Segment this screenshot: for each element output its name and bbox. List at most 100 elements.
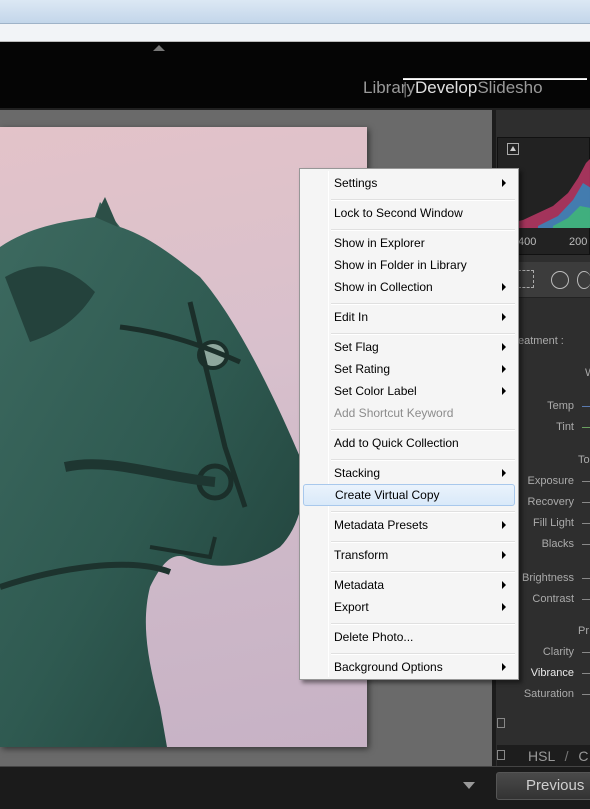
tab-hsl[interactable]: HSL bbox=[528, 748, 555, 764]
menu-separator bbox=[331, 459, 515, 461]
module-separator: | bbox=[403, 78, 587, 98]
contrast-slider[interactable] bbox=[582, 599, 590, 600]
submenu-arrow-icon bbox=[502, 551, 506, 559]
menu-item-delete-photo[interactable]: Delete Photo... bbox=[302, 626, 516, 648]
menu-separator bbox=[331, 571, 515, 573]
clarity-slider[interactable] bbox=[582, 652, 590, 653]
tone-label: To bbox=[578, 454, 590, 466]
brightness-slider[interactable] bbox=[582, 578, 590, 579]
submenu-arrow-icon bbox=[502, 603, 506, 611]
tab-separator: / bbox=[564, 748, 569, 764]
menu-item-label: Stacking bbox=[334, 466, 381, 480]
menu-item-label: Transform bbox=[334, 548, 389, 562]
module-slideshow[interactable]: Slidesho bbox=[477, 78, 542, 98]
menu-item-set-color-label[interactable]: Set Color Label bbox=[302, 380, 516, 402]
menu-item-stacking[interactable]: Stacking bbox=[302, 462, 516, 484]
menu-item-show-in-explorer[interactable]: Show in Explorer bbox=[302, 232, 516, 254]
submenu-arrow-icon bbox=[502, 663, 506, 671]
menu-item-background-options[interactable]: Background Options bbox=[302, 656, 516, 678]
menu-item-label: Delete Photo... bbox=[334, 630, 414, 644]
wb-label: W bbox=[585, 367, 590, 379]
menu-item-metadata-presets[interactable]: Metadata Presets bbox=[302, 514, 516, 536]
module-picker: Library | Develop | Slidesho bbox=[363, 78, 587, 98]
menu-separator bbox=[331, 199, 515, 201]
menu-item-show-in-collection[interactable]: Show in Collection bbox=[302, 276, 516, 298]
submenu-arrow-icon bbox=[502, 313, 506, 321]
shadow-clipping-icon[interactable] bbox=[507, 143, 519, 155]
menu-item-edit-in[interactable]: Edit In bbox=[302, 306, 516, 328]
histogram-label: 400 bbox=[518, 236, 537, 248]
menu-item-show-in-folder[interactable]: Show in Folder in Library bbox=[302, 254, 516, 276]
module-develop[interactable]: Develop bbox=[415, 78, 477, 98]
menu-item-lock-second-window[interactable]: Lock to Second Window bbox=[302, 202, 516, 224]
crop-tool-icon[interactable] bbox=[518, 270, 534, 288]
menu-separator bbox=[331, 303, 515, 305]
menu-separator bbox=[331, 429, 515, 431]
temp-slider[interactable] bbox=[582, 406, 590, 407]
submenu-arrow-icon bbox=[502, 343, 506, 351]
submenu-arrow-icon bbox=[502, 283, 506, 291]
hsl-tabs: HSL / C bbox=[528, 748, 589, 764]
menu-separator bbox=[331, 541, 515, 543]
menu-strip bbox=[0, 24, 590, 42]
menu-item-label: Background Options bbox=[334, 660, 443, 674]
menu-separator bbox=[331, 653, 515, 655]
module-picker-bar bbox=[0, 42, 590, 110]
treatment-label: eatment : bbox=[518, 335, 564, 347]
hsl-toggle-icon[interactable] bbox=[497, 750, 505, 760]
menu-separator bbox=[331, 333, 515, 335]
menu-item-label: Create Virtual Copy bbox=[335, 488, 440, 502]
recovery-slider[interactable] bbox=[582, 502, 590, 503]
vibrance-slider[interactable] bbox=[582, 673, 590, 674]
menu-item-metadata[interactable]: Metadata bbox=[302, 574, 516, 596]
menu-item-create-virtual-copy[interactable]: Create Virtual Copy bbox=[303, 484, 515, 506]
menu-item-label: Add Shortcut Keyword bbox=[334, 406, 454, 420]
menu-item-label: Show in Folder in Library bbox=[334, 258, 467, 272]
submenu-arrow-icon bbox=[502, 365, 506, 373]
collapse-top-panel-icon[interactable] bbox=[153, 45, 165, 51]
red-eye-icon[interactable] bbox=[577, 271, 590, 289]
fill-light-slider[interactable] bbox=[582, 523, 590, 524]
submenu-arrow-icon bbox=[502, 387, 506, 395]
menu-item-set-flag[interactable]: Set Flag bbox=[302, 336, 516, 358]
menu-item-label: Add to Quick Collection bbox=[334, 436, 459, 450]
menu-item-transform[interactable]: Transform bbox=[302, 544, 516, 566]
spot-removal-icon[interactable] bbox=[551, 271, 569, 289]
menu-item-label: Set Flag bbox=[334, 340, 379, 354]
os-title-bar bbox=[0, 0, 590, 24]
presence-label: Pr bbox=[578, 625, 589, 637]
previous-button[interactable]: Previous bbox=[496, 772, 590, 800]
menu-item-label: Lock to Second Window bbox=[334, 206, 463, 220]
menu-item-label: Set Color Label bbox=[334, 384, 417, 398]
menu-item-set-rating[interactable]: Set Rating bbox=[302, 358, 516, 380]
lightroom-window: Library | Develop | Slidesho 400 200 eat… bbox=[0, 0, 590, 809]
histogram-label: 200 bbox=[569, 236, 588, 248]
menu-item-export[interactable]: Export bbox=[302, 596, 516, 618]
menu-separator bbox=[331, 511, 515, 513]
menu-item-settings[interactable]: Settings bbox=[302, 172, 516, 194]
menu-item-add-shortcut-keyword: Add Shortcut Keyword bbox=[302, 402, 516, 424]
exposure-slider[interactable] bbox=[582, 481, 590, 482]
submenu-arrow-icon bbox=[502, 581, 506, 589]
toolbar-menu-icon[interactable] bbox=[463, 782, 475, 789]
saturation-label: Saturation bbox=[523, 688, 574, 700]
menu-item-label: Metadata bbox=[334, 578, 385, 592]
tint-slider[interactable] bbox=[582, 427, 590, 428]
context-menu: Settings Lock to Second Window Show in E… bbox=[299, 168, 519, 680]
panel-toggle-icon[interactable] bbox=[497, 718, 505, 728]
submenu-arrow-icon bbox=[502, 469, 506, 477]
submenu-arrow-icon bbox=[502, 521, 506, 529]
submenu-arrow-icon bbox=[502, 179, 506, 187]
menu-item-label: Edit In bbox=[334, 310, 369, 324]
blacks-slider[interactable] bbox=[582, 544, 590, 545]
tab-color[interactable]: C bbox=[578, 748, 588, 764]
menu-separator bbox=[331, 229, 515, 231]
saturation-slider[interactable] bbox=[582, 694, 590, 695]
menu-item-label: Metadata Presets bbox=[334, 518, 429, 532]
menu-item-label: Show in Collection bbox=[334, 280, 433, 294]
menu-item-add-quick-collection[interactable]: Add to Quick Collection bbox=[302, 432, 516, 454]
menu-item-label: Set Rating bbox=[334, 362, 391, 376]
menu-item-label: Settings bbox=[334, 176, 378, 190]
menu-item-label: Show in Explorer bbox=[334, 236, 425, 250]
menu-item-label: Export bbox=[334, 600, 369, 614]
